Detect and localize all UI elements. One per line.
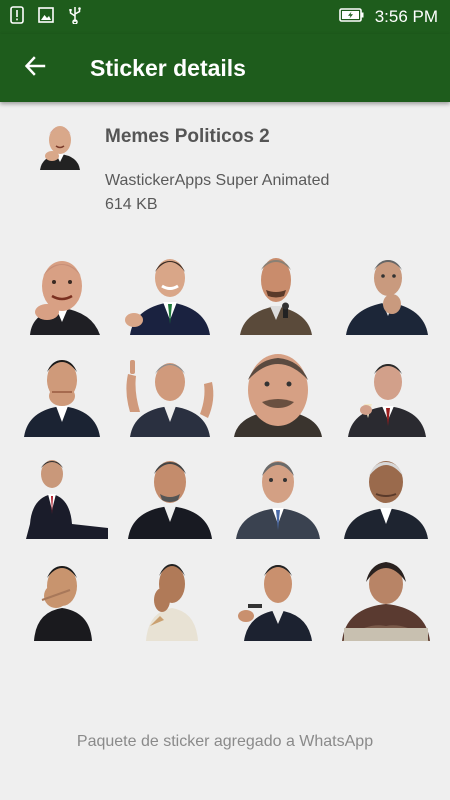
app-bar: Sticker details [0,34,450,102]
image-icon [38,6,54,28]
sticker-item[interactable] [12,250,112,335]
status-time: 3:56 PM [374,7,438,26]
sticker-item[interactable] [228,454,328,539]
status-icons-left [0,5,82,29]
sticker-grid [12,250,438,641]
pack-header: Memes Politicos 2 WastickerApps Super An… [0,102,450,232]
sticker-item[interactable] [336,454,436,539]
added-to-whatsapp-message: Paquete de sticker agregado a WhatsApp [76,733,374,750]
pack-name: Memes Politicos 2 [105,126,270,147]
usb-icon [68,6,82,29]
status-bar: 3:56 PM [0,0,450,34]
sticker-item[interactable] [228,250,328,335]
back-arrow-icon [24,55,46,82]
pack-tray-icon [34,120,86,170]
alert-icon [10,5,24,29]
battery-charging-icon [338,7,365,27]
sticker-item[interactable] [336,250,436,335]
sticker-item[interactable] [120,352,220,437]
sticker-item[interactable] [12,454,112,539]
sticker-item[interactable] [336,556,436,641]
sticker-item[interactable] [12,556,112,641]
page-title: Sticker details [90,54,246,81]
pack-publisher: WastickerApps Super Animated [105,172,330,189]
status-icons-right: 3:56 PM [338,7,450,27]
sticker-item[interactable] [228,556,328,641]
pack-size: 614 KB [105,196,158,213]
back-button[interactable] [13,46,57,90]
sticker-item[interactable] [336,352,436,437]
sticker-item[interactable] [12,352,112,437]
sticker-item[interactable] [120,556,220,641]
sticker-item[interactable] [120,454,220,539]
sticker-item[interactable] [228,352,328,437]
sticker-item[interactable] [120,250,220,335]
